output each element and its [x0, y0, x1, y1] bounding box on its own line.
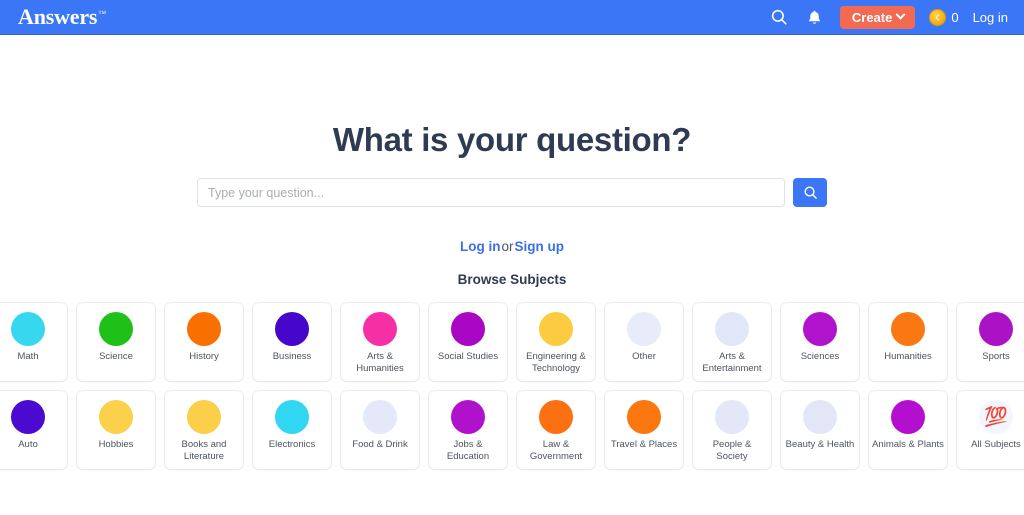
subject-tile[interactable]: Books and Literature [164, 390, 244, 470]
circle-icon [11, 312, 45, 346]
subject-tile-label: Science [99, 351, 133, 362]
circle-icon [539, 400, 573, 434]
subject-tile[interactable]: Auto [0, 390, 68, 470]
subject-tile-label: Other [632, 351, 656, 362]
subject-tile-label: Engineering & Technology [526, 351, 586, 374]
subject-tile-label: Auto [18, 439, 38, 450]
nav-right-group: Create 0 Log in [768, 5, 1012, 29]
circle-icon [363, 312, 397, 346]
coin-count-label: 0 [951, 9, 959, 25]
subject-tile[interactable]: Food & Drink [340, 390, 420, 470]
subject-tile-label: Hobbies [98, 439, 134, 450]
circle-icon [99, 400, 133, 434]
circle-icon [451, 400, 485, 434]
subject-tile[interactable]: Sciences [780, 302, 860, 382]
create-button-label: Create [851, 9, 893, 25]
circle-icon [627, 400, 661, 434]
subject-tile-label: Arts & Entertainment [702, 351, 762, 374]
subject-tile[interactable]: Engineering & Technology [516, 302, 596, 382]
signup-link[interactable]: Sign up [515, 239, 565, 254]
circle-icon [99, 312, 133, 346]
subject-tile-label: Math [17, 351, 39, 362]
subject-tile-label: Sports [982, 351, 1010, 362]
subject-tile[interactable]: Math [0, 302, 68, 382]
browse-subjects-heading: Browse Subjects [457, 272, 567, 287]
search-icon[interactable] [768, 6, 790, 28]
subject-tile-label: Social Studies [437, 351, 499, 362]
subject-tile[interactable]: Hobbies [76, 390, 156, 470]
circle-icon [11, 400, 45, 434]
subject-tile-label: Law & Government [529, 439, 583, 462]
subject-tile[interactable]: Beauty & Health [780, 390, 860, 470]
login-link[interactable]: Log in [460, 239, 501, 254]
circle-icon [715, 400, 749, 434]
subject-tile-label: Business [272, 351, 312, 362]
circle-icon [363, 400, 397, 434]
auth-links: Log inorSign up [0, 239, 1024, 254]
main-content: What is your question? Log inorSign up B… [0, 121, 1024, 470]
circle-icon [451, 312, 485, 346]
hundred-points-icon: 💯 [979, 400, 1013, 434]
page-title: What is your question? [332, 121, 692, 158]
subject-tile-label: People & Society [712, 439, 752, 462]
circle-icon [187, 400, 221, 434]
subject-tile-label: Food & Drink [352, 439, 408, 450]
subject-tile[interactable]: Jobs & Education [428, 390, 508, 470]
subject-tile[interactable]: People & Society [692, 390, 772, 470]
search-input[interactable] [197, 178, 785, 207]
coin-icon [929, 8, 947, 26]
create-button[interactable]: Create [839, 5, 916, 29]
notification-bell-icon[interactable] [804, 6, 826, 28]
subject-tile-label: Jobs & Education [446, 439, 490, 462]
auth-or-label: or [501, 239, 514, 254]
circle-icon [627, 312, 661, 346]
circle-icon [539, 312, 573, 346]
subject-tile-label: Humanities [884, 351, 932, 362]
subject-tile[interactable]: Animals & Plants [868, 390, 948, 470]
subject-tile-label: Animals & Plants [872, 439, 944, 450]
subjects-grid: Math Science History Business Arts & Humanit… [0, 302, 1024, 470]
subject-tile[interactable]: Science [76, 302, 156, 382]
circle-icon [187, 312, 221, 346]
coin-balance[interactable]: 0 [929, 8, 959, 26]
subject-tile[interactable]: Law & Government [516, 390, 596, 470]
circle-icon [891, 400, 925, 434]
subject-tile-label: Books and Literature [181, 439, 227, 462]
subject-tile[interactable]: Arts & Humanities [340, 302, 420, 382]
subject-tile-label: Travel & Places [610, 439, 678, 450]
subject-tile-label: Electronics [268, 439, 316, 450]
site-logo[interactable]: Answers™ [18, 6, 114, 28]
circle-icon [715, 312, 749, 346]
circle-icon [891, 312, 925, 346]
subject-tile[interactable]: Electronics [252, 390, 332, 470]
subject-tile-label: All Subjects [971, 439, 1021, 450]
circle-icon [979, 312, 1013, 346]
circle-icon [803, 400, 837, 434]
question-search-row [0, 178, 1024, 207]
subject-tile[interactable]: Social Studies [428, 302, 508, 382]
trademark-symbol: ™ [98, 8, 106, 18]
subject-tile-label: History [189, 351, 219, 362]
top-navigation-bar: Answers™ Create 0 Log in [0, 0, 1024, 35]
subject-tile[interactable]: Humanities [868, 302, 948, 382]
subject-tile[interactable]: Other [604, 302, 684, 382]
circle-icon [803, 312, 837, 346]
circle-icon [275, 400, 309, 434]
subject-tile-label: Sciences [800, 351, 840, 362]
subject-tile-label: Arts & Humanities [356, 351, 404, 374]
subject-tile[interactable]: 💯 All Subjects [956, 390, 1024, 470]
subject-tile[interactable]: Travel & Places [604, 390, 684, 470]
chevron-down-icon [895, 9, 906, 20]
subject-tile[interactable]: Arts & Entertainment [692, 302, 772, 382]
subject-tile[interactable]: Sports [956, 302, 1024, 382]
subject-tile[interactable]: History [164, 302, 244, 382]
circle-icon [275, 312, 309, 346]
site-logo-text: Answers [18, 4, 98, 29]
header-login-link[interactable]: Log in [973, 11, 1012, 24]
subject-tile-label: Beauty & Health [785, 439, 855, 450]
subject-tile[interactable]: Business [252, 302, 332, 382]
search-submit-button[interactable] [793, 178, 827, 207]
